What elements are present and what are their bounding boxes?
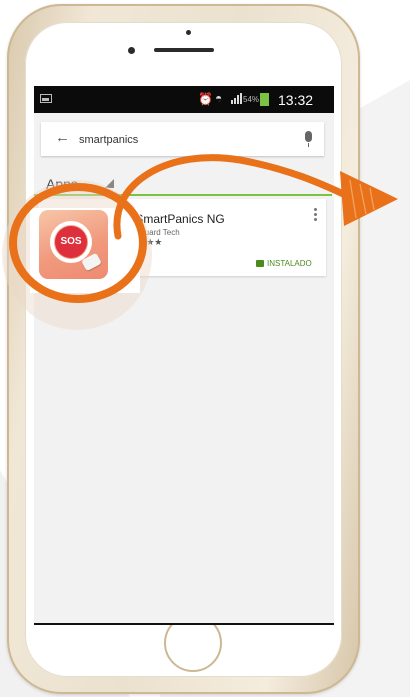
alarm-icon: ⏰	[198, 92, 213, 106]
vertical-dots-icon[interactable]	[314, 208, 317, 222]
arrow-left-icon[interactable]: ←	[55, 129, 70, 146]
signal-icon	[231, 93, 242, 104]
phone-screen: ⏰ ◓ 54% 13:32 ← smartpanics Apps 1. Smar…	[34, 86, 334, 625]
highlight-ring	[9, 183, 147, 303]
battery-percent: 54%	[243, 95, 260, 104]
status-bar: ⏰ ◓ 54% 13:32	[34, 86, 334, 113]
sensor-dot	[186, 30, 191, 35]
microphone-icon[interactable]	[305, 131, 312, 147]
status-time: 13:32	[278, 92, 314, 108]
installed-badge: INSTALADO	[256, 259, 312, 268]
shopping-bag-icon	[256, 260, 264, 267]
speaker-slot	[154, 48, 214, 52]
installed-label: INSTALADO	[267, 259, 312, 268]
battery-icon	[260, 93, 269, 106]
gallery-notification-icon	[40, 94, 52, 103]
search-input[interactable]: smartpanics	[79, 134, 138, 146]
search-bar[interactable]: ← smartpanics	[41, 122, 324, 156]
camera-dot	[128, 47, 135, 54]
wifi-icon: ◓	[215, 91, 223, 105]
